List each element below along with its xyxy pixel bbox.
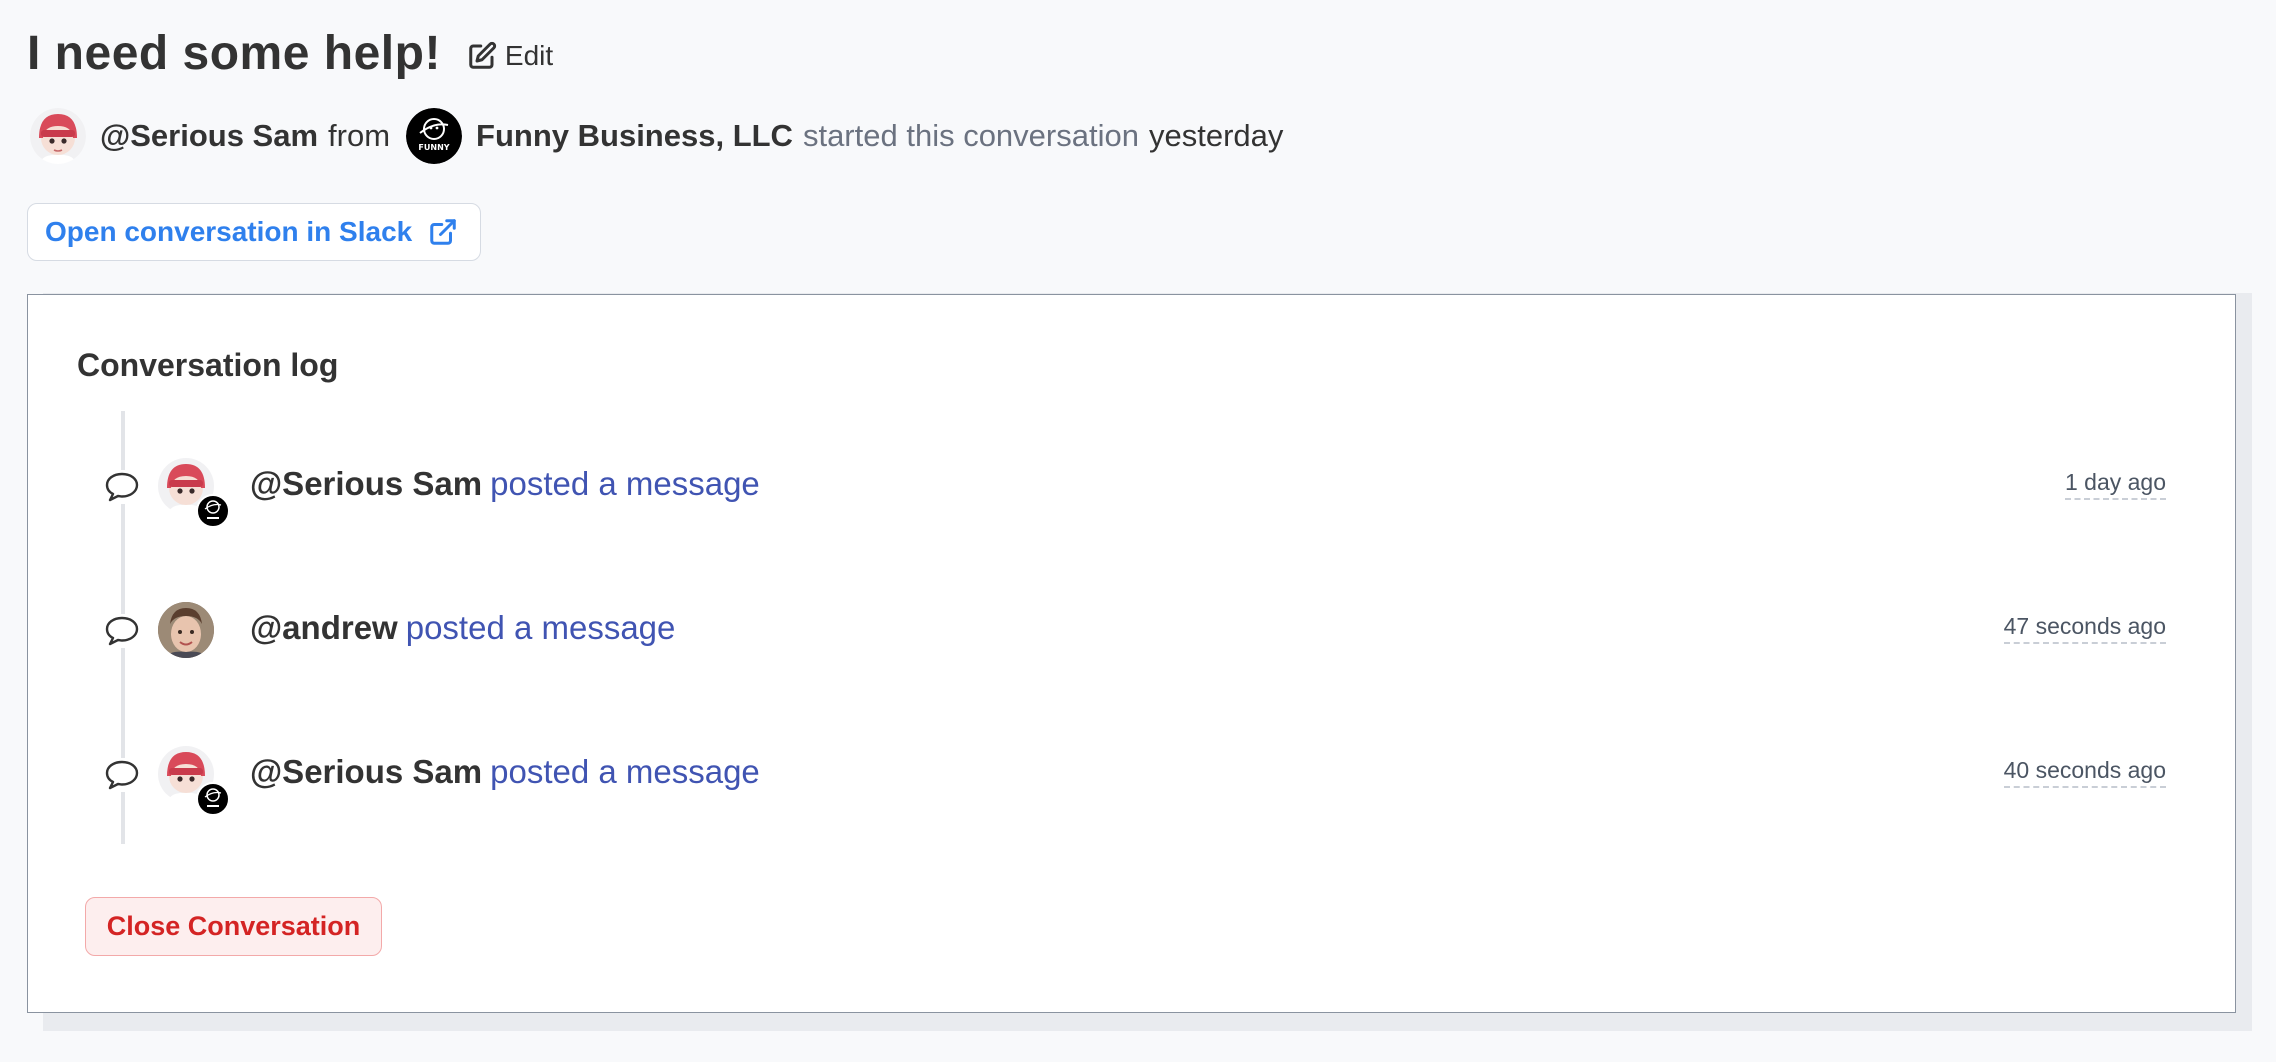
- entry-timestamp[interactable]: 47 seconds ago: [2003, 613, 2166, 644]
- page-title: I need some help!: [27, 27, 441, 80]
- org-name[interactable]: Funny Business, LLC: [476, 118, 793, 154]
- entry-action-link[interactable]: posted a message: [490, 753, 760, 790]
- entry-action-link[interactable]: posted a message: [406, 609, 676, 646]
- log-entry: @andrew posted a message 47 seconds ago: [28, 601, 2235, 661]
- entry-user[interactable]: @andrew: [250, 609, 398, 646]
- entry-timestamp[interactable]: 1 day ago: [2064, 469, 2166, 500]
- entry-text: @Serious Sam posted a message: [250, 753, 760, 791]
- conversation-log-title: Conversation log: [77, 347, 339, 383]
- org-badge-icon: [196, 494, 230, 528]
- started-text: started this conversation: [802, 118, 1139, 153]
- message-bubble-icon: [104, 614, 140, 648]
- avatar: [30, 108, 86, 164]
- funny-business-logo: FUNNY: [406, 108, 463, 164]
- entry-user[interactable]: @Serious Sam: [250, 465, 482, 502]
- edit-label: Edit: [504, 39, 554, 71]
- conversation-meta: @Serious Sam from FUNNY Funny Business, …: [30, 108, 1283, 164]
- log-entry: @Serious Sam posted a message 1 day ago: [28, 457, 2235, 528]
- open-in-slack-label: Open conversation in Slack: [45, 216, 413, 247]
- log-entry: @Serious Sam posted a message 40 seconds …: [28, 745, 2235, 816]
- started-when: yesterday: [1148, 118, 1284, 153]
- message-bubble-icon: [104, 758, 140, 792]
- edit-icon: [469, 41, 497, 69]
- andrew-avatar: [158, 602, 214, 658]
- entry-text: @Serious Sam posted a message: [250, 465, 760, 503]
- external-link-icon: [430, 219, 456, 245]
- started-by-user[interactable]: @Serious Sam: [100, 118, 318, 154]
- entry-action-link[interactable]: posted a message: [490, 465, 760, 502]
- entry-user[interactable]: @Serious Sam: [250, 753, 482, 790]
- open-in-slack-button[interactable]: Open conversation in Slack: [27, 203, 481, 261]
- edit-button[interactable]: Edit: [467, 40, 553, 72]
- org-logo-text: FUNNY: [418, 143, 449, 152]
- serious-sam-avatar-image: [30, 108, 86, 164]
- org-logo: FUNNY: [406, 108, 463, 164]
- conversation-log-card: Conversation log @Serious Sam posted a me…: [27, 294, 2236, 1013]
- org-badge-icon: [196, 782, 230, 816]
- from-text: from: [328, 118, 391, 153]
- close-conversation-button[interactable]: Close Conversation: [85, 897, 382, 956]
- page-header: I need some help! Edit: [27, 26, 553, 81]
- entry-timestamp[interactable]: 40 seconds ago: [2003, 757, 2166, 788]
- entry-text: @andrew posted a message: [250, 609, 675, 647]
- message-bubble-icon: [104, 470, 140, 504]
